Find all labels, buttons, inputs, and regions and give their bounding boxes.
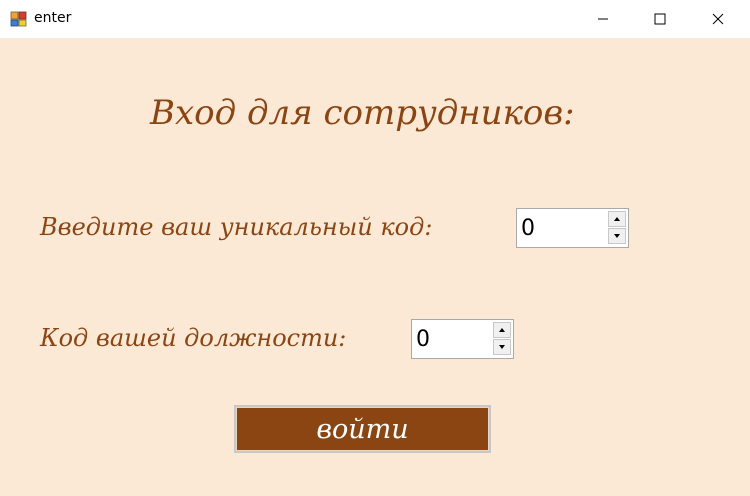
app-window: enter Вход для сотрудников: Введите ваш … xyxy=(0,0,750,496)
minimize-button[interactable] xyxy=(574,0,632,38)
unique-code-increment-button[interactable] xyxy=(608,211,626,227)
arrow-up-icon xyxy=(499,328,505,332)
position-code-label: Код вашей должности: xyxy=(40,324,347,352)
position-code-spin-buttons xyxy=(493,322,511,356)
form-area: Вход для сотрудников: Введите ваш уникал… xyxy=(0,38,750,496)
page-title: Вход для сотрудников: xyxy=(150,93,575,133)
title-bar[interactable]: enter xyxy=(0,0,750,38)
window-title: enter xyxy=(34,10,72,26)
close-icon xyxy=(712,13,724,25)
position-code-increment-button[interactable] xyxy=(493,322,511,338)
arrow-down-icon xyxy=(499,345,505,349)
arrow-up-icon xyxy=(614,217,620,221)
arrow-down-icon xyxy=(614,234,620,238)
login-button[interactable]: войти xyxy=(234,405,491,453)
login-button-label: войти xyxy=(316,413,409,445)
maximize-button[interactable] xyxy=(631,0,689,38)
unique-code-spin-buttons xyxy=(608,211,626,245)
position-code-decrement-button[interactable] xyxy=(493,339,511,355)
winforms-app-icon xyxy=(10,10,28,28)
position-code-input[interactable] xyxy=(414,322,496,356)
minimize-icon xyxy=(598,18,608,20)
unique-code-decrement-button[interactable] xyxy=(608,228,626,244)
maximize-icon xyxy=(654,13,666,25)
unique-code-stepper[interactable] xyxy=(516,208,629,248)
unique-code-input[interactable] xyxy=(519,211,611,245)
unique-code-label: Введите ваш уникальный код: xyxy=(40,213,433,241)
position-code-stepper[interactable] xyxy=(411,319,514,359)
close-button[interactable] xyxy=(689,0,747,38)
